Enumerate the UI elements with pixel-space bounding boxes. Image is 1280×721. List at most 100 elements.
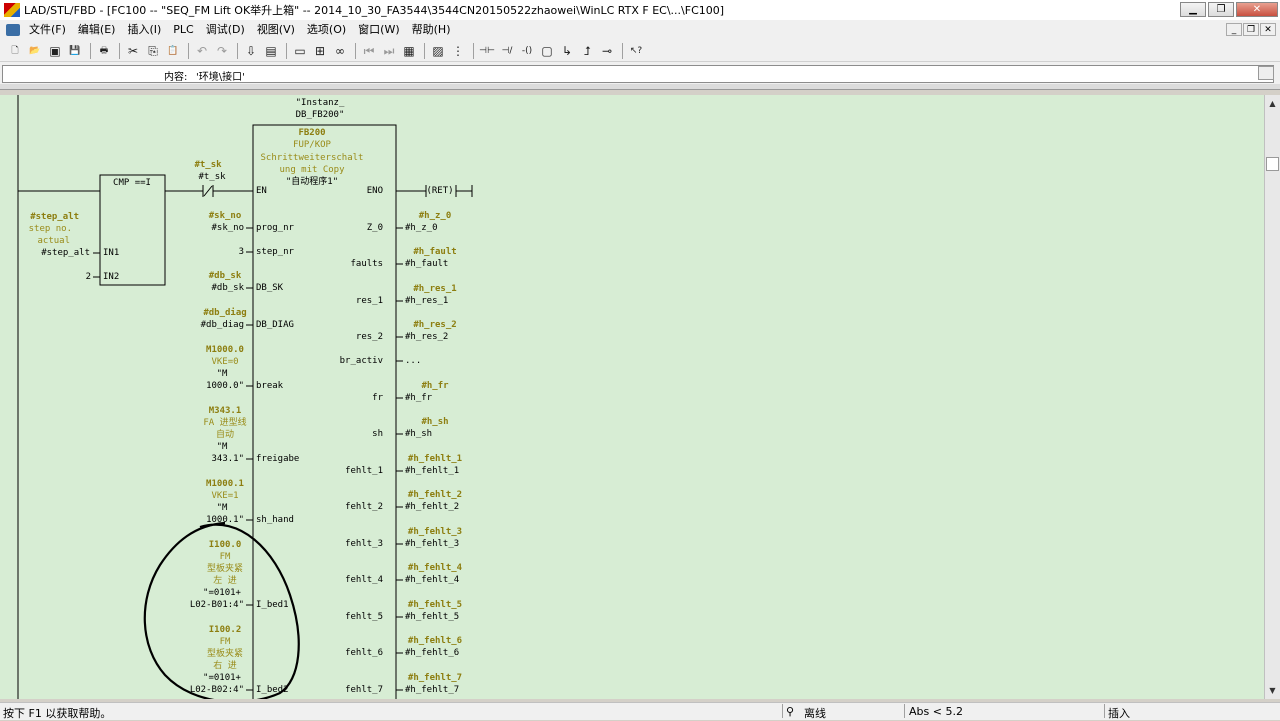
- fb-in-operand: I100.2: [208, 625, 242, 635]
- save-icon[interactable]: 💾: [66, 42, 84, 60]
- maximize-button[interactable]: ❐: [1208, 2, 1234, 17]
- fb-header-line: FUP/KOP: [293, 140, 331, 150]
- connection-icon[interactable]: ⊸: [598, 42, 616, 60]
- branch-open-icon[interactable]: ↳: [558, 42, 576, 60]
- nav-last-icon[interactable]: ⏭: [380, 42, 398, 60]
- menu-options[interactable]: 选项(O): [301, 20, 352, 40]
- fb-out-operand: #h_z_0: [405, 223, 438, 233]
- nav-first-icon[interactable]: ⏮: [360, 42, 378, 60]
- menu-help[interactable]: 帮助(H): [406, 20, 457, 40]
- fb-out-symbol: #h_fehlt_7: [407, 673, 463, 683]
- network-icon[interactable]: ⊞: [311, 42, 329, 60]
- instance-db-label: DB_FB200": [295, 110, 345, 120]
- fb-out-operand: #h_fehlt_2: [405, 502, 460, 512]
- status-bar: 按下 F1 以获取帮助。 ⚲ 离线 Abs < 5.2 插入: [0, 702, 1280, 720]
- fb-in-pin-db-diag: DB_DIAG: [256, 320, 294, 330]
- close-button[interactable]: ✕: [1236, 2, 1278, 17]
- minimize-button[interactable]: ▁: [1180, 2, 1206, 17]
- download-icon[interactable]: ⇩: [242, 42, 260, 60]
- vertical-scrollbar[interactable]: ▲ ▼: [1264, 95, 1280, 699]
- menu-window[interactable]: 窗口(W): [352, 20, 405, 40]
- new-icon[interactable]: 🗋: [6, 42, 24, 60]
- sequence-icon[interactable]: ⋮: [449, 42, 467, 60]
- open-icon[interactable]: 📂: [26, 42, 44, 60]
- fb-in-operand: #db_diag: [200, 320, 244, 330]
- image-icon[interactable]: ▨: [429, 42, 447, 60]
- fb-out-pin-fehlt-1: fehlt_1: [345, 466, 383, 476]
- fb-in-operand: #sk_no: [211, 223, 244, 233]
- fb-out-symbol: #h_sh: [421, 417, 449, 427]
- monitor-icon[interactable]: ▤: [262, 42, 280, 60]
- menu-file[interactable]: 文件(F): [23, 20, 72, 40]
- fb-in-operand: 右 进: [213, 661, 237, 671]
- fb-in-operand: FM: [219, 637, 231, 647]
- content-label: 内容:: [164, 72, 188, 83]
- doc-restore-button[interactable]: ❐: [1243, 23, 1259, 36]
- scroll-thumb[interactable]: [1266, 157, 1279, 171]
- cmp-box[interactable]: [99, 174, 166, 286]
- fb-in-operand: 型板夹紧: [206, 564, 243, 574]
- ladder-editor[interactable]: CMP ==I IN1 IN2 #step_alt step no. actual #ste…: [0, 95, 1264, 699]
- redo-icon[interactable]: ↷: [213, 42, 231, 60]
- cmp-pin-in2: IN2: [103, 272, 120, 282]
- menu-plc[interactable]: PLC: [167, 20, 199, 40]
- glasses-icon[interactable]: ∞: [331, 42, 349, 60]
- fb-in-operand: 1000.0": [206, 381, 244, 391]
- fb-in-operand: "=0101+: [203, 588, 241, 598]
- contact-no-icon[interactable]: ⊣⊢: [478, 42, 496, 60]
- menu-edit[interactable]: 编辑(E): [72, 20, 122, 40]
- fb-out-operand: #h_fehlt_3: [405, 539, 460, 549]
- menu-debug[interactable]: 调试(D): [200, 20, 251, 40]
- paste-icon[interactable]: 📋: [164, 42, 182, 60]
- menu-insert[interactable]: 插入(I): [121, 20, 167, 40]
- menu-view[interactable]: 视图(V): [251, 20, 301, 40]
- pin-icon: ⚲: [786, 705, 795, 718]
- fb-in-operand: FM: [219, 552, 231, 562]
- fb-out-pin-fehlt-5: fehlt_5: [345, 612, 383, 622]
- fb-in-pin-db-sk: DB_SK: [256, 283, 284, 293]
- fb-in-operand: 左 进: [213, 576, 237, 586]
- fb-in-pin-step-nr: step_nr: [256, 247, 294, 257]
- menu-bar: 文件(F) 编辑(E) 插入(I) PLC 调试(D) 视图(V) 选项(O) …: [0, 20, 1280, 41]
- fb-in-operand: "M: [216, 442, 228, 452]
- info-field[interactable]: [2, 65, 1274, 83]
- cmp-in1-comment: actual: [37, 236, 70, 246]
- coil-icon[interactable]: -(): [518, 42, 536, 60]
- pane-splitter[interactable]: [0, 84, 1280, 90]
- fb-out-operand: #h_fehlt_6: [405, 648, 460, 658]
- layout-icon[interactable]: ▦: [400, 42, 418, 60]
- fb-out-operand: #h_res_1: [405, 296, 449, 306]
- app-logo-icon: [4, 3, 20, 17]
- fb-out-symbol: #h_fehlt_5: [407, 600, 463, 610]
- fb-in-pin-i-bed1: I_bed1: [256, 600, 289, 610]
- fb-out-pin-faults: faults: [350, 259, 383, 269]
- accessible-nodes-icon[interactable]: ▣: [46, 42, 64, 60]
- fb-in-operand: M343.1: [208, 406, 242, 416]
- cut-icon[interactable]: ✂: [124, 42, 142, 60]
- scroll-up-icon[interactable]: ▲: [1267, 98, 1278, 109]
- fb-out-pin-fehlt-7: fehlt_7: [345, 685, 383, 695]
- copy-icon[interactable]: ⎘: [144, 42, 162, 60]
- cmp-in1-symbol: #step_alt: [30, 212, 79, 222]
- info-expand-button[interactable]: [1258, 66, 1274, 80]
- fb-in-operand: VKE=1: [211, 491, 239, 501]
- fb-out-pin-eno: ENO: [366, 186, 383, 196]
- contact-nc-icon[interactable]: ⊣/⊢: [498, 42, 516, 74]
- box-icon[interactable]: ▢: [538, 42, 556, 60]
- help-pointer-icon[interactable]: ↖?: [627, 42, 645, 60]
- scroll-down-icon[interactable]: ▼: [1267, 685, 1278, 696]
- fb-out-operand: #h_fehlt_4: [405, 575, 460, 585]
- fb-in-operand: #sk_no: [208, 211, 242, 221]
- branch-close-icon[interactable]: ⮥: [578, 42, 596, 60]
- fb-in-operand: M1000.1: [206, 479, 244, 489]
- document-system-icon[interactable]: [6, 24, 20, 36]
- print-icon[interactable]: 🖶: [95, 42, 113, 60]
- toolbar-separator: [119, 42, 120, 59]
- fb-out-pin-z-0: Z_0: [366, 223, 383, 233]
- doc-close-button[interactable]: ✕: [1260, 23, 1276, 36]
- undo-icon[interactable]: ↶: [193, 42, 211, 60]
- doc-minimize-button[interactable]: _: [1226, 23, 1242, 36]
- fb-in-pin-sh-hand: sh_hand: [256, 515, 294, 525]
- fb-out-pin-fehlt-6: fehlt_6: [345, 648, 383, 658]
- overview-icon[interactable]: ▭: [291, 42, 309, 60]
